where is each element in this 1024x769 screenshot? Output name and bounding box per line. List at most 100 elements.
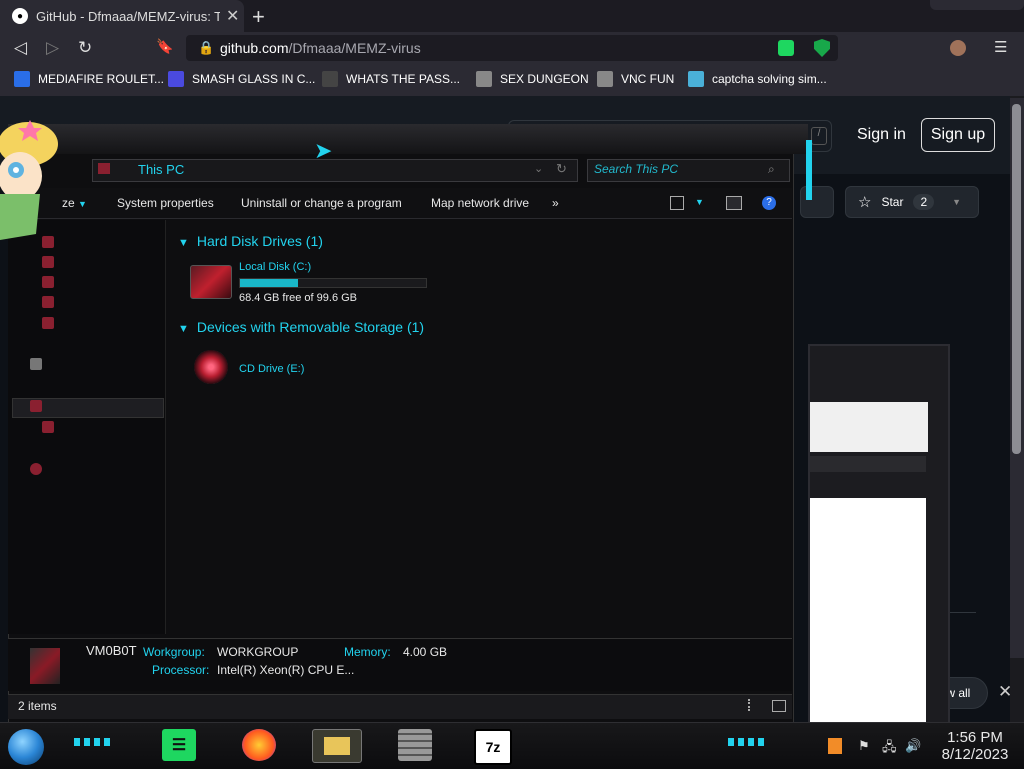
- url-host: github.com: [220, 40, 289, 56]
- avatar[interactable]: [950, 40, 966, 56]
- uninstall-program-button[interactable]: Uninstall or change a program: [241, 196, 402, 210]
- organize-dropdown-icon: ▼: [78, 199, 87, 209]
- large-icons-view-icon[interactable]: [772, 700, 786, 712]
- browser-tab[interactable]: ● GitHub - Dfmaaa/MEMZ-virus: This ✕: [0, 0, 244, 32]
- drive-name[interactable]: CD Drive (E:): [239, 363, 304, 375]
- computer-icon: [98, 163, 110, 174]
- system-clock[interactable]: 1:56 PM 8/12/2023: [935, 729, 1015, 763]
- tab-close-icon[interactable]: ✕: [226, 6, 239, 26]
- nav-item-network[interactable]: [14, 463, 180, 479]
- homegroup-icon: [30, 358, 42, 371]
- workgroup-label: Workgroup:: [143, 645, 205, 659]
- flag-icon[interactable]: ⚑: [858, 738, 870, 754]
- bookmark-icon[interactable]: 🔖: [156, 38, 173, 55]
- taskbar-decoration: [728, 738, 768, 746]
- network-icon[interactable]: 🖧: [882, 738, 897, 760]
- status-bar: [8, 694, 792, 719]
- bookmark-item-whats-the-pass[interactable]: WHATS THE PASS...: [322, 71, 460, 87]
- nav-item[interactable]: [14, 256, 192, 272]
- nav-item-this-pc[interactable]: [14, 400, 180, 416]
- 7zip-icon[interactable]: 7z: [474, 729, 512, 765]
- chevron-down-icon: ▼: [178, 323, 189, 335]
- lock-icon: 🔒: [198, 40, 215, 55]
- disk-usage-fill: [240, 279, 299, 287]
- star-label: Star: [881, 195, 904, 209]
- tray-app-icon[interactable]: [828, 738, 842, 754]
- details-view-icon[interactable]: [748, 699, 754, 711]
- firefox-icon[interactable]: [242, 729, 276, 761]
- sign-up-button[interactable]: Sign up: [921, 118, 995, 152]
- bookmark-item-sex-dungeon[interactable]: SEX DUNGEON: [476, 71, 589, 87]
- workgroup-value: WORKGROUP: [217, 645, 299, 659]
- sign-in-link[interactable]: Sign in: [857, 126, 906, 144]
- processor-value: Intel(R) Xeon(R) CPU E...: [217, 663, 355, 677]
- group-removable-storage[interactable]: ▼ Devices with Removable Storage (1): [178, 319, 424, 337]
- view-dropdown-icon[interactable]: ▼: [695, 197, 704, 207]
- background-window[interactable]: [808, 344, 950, 730]
- brick-app-icon[interactable]: [398, 729, 432, 761]
- password-icon: [322, 71, 338, 87]
- start-button[interactable]: [8, 729, 44, 765]
- github-icon: ●: [12, 8, 28, 24]
- explorer-title-bar[interactable]: [8, 124, 808, 154]
- cd-drive-icon[interactable]: [194, 350, 228, 384]
- notes-app-icon[interactable]: ☰: [162, 729, 196, 761]
- address-dropdown-icon[interactable]: ⌄: [534, 162, 543, 175]
- drive-name[interactable]: Local Disk (C:): [239, 261, 311, 273]
- help-icon[interactable]: ?: [762, 196, 776, 210]
- bookmark-item-captcha[interactable]: captcha solving sim...: [688, 71, 827, 87]
- star-dropdown-icon[interactable]: ▼: [952, 197, 961, 207]
- group-hard-disk-drives[interactable]: ▼ Hard Disk Drives (1): [178, 233, 323, 251]
- bookmark-item-smash-glass[interactable]: SMASH GLASS IN C...: [168, 71, 315, 87]
- hard-disk-icon[interactable]: [190, 265, 232, 299]
- memory-label: Memory:: [344, 645, 391, 659]
- new-tab-button[interactable]: +: [252, 4, 265, 30]
- more-commands-button[interactable]: »: [552, 196, 559, 210]
- star-button[interactable]: ☆ Star 2 ▼: [845, 186, 979, 218]
- chevron-down-icon: ▼: [178, 237, 189, 249]
- vnc-icon: [597, 71, 613, 87]
- captcha-icon: [688, 71, 704, 87]
- nav-item[interactable]: [14, 317, 192, 333]
- url-text[interactable]: github.com/Dfmaaa/MEMZ-virus: [220, 40, 421, 56]
- extension-green-icon[interactable]: [778, 40, 794, 56]
- bookmark-item-mediafire[interactable]: MEDIAFIRE ROULET...: [14, 71, 164, 87]
- search-input[interactable]: Search This PC: [594, 162, 678, 176]
- close-icon[interactable]: ✕: [998, 682, 1012, 702]
- processor-label: Processor:: [152, 663, 210, 677]
- nav-item-homegroup[interactable]: [14, 358, 180, 374]
- map-network-drive-button[interactable]: Map network drive: [431, 196, 529, 210]
- menu-icon[interactable]: ☰: [994, 38, 1007, 56]
- back-icon[interactable]: ◁: [14, 38, 27, 58]
- clock-date: 8/12/2023: [941, 746, 1009, 763]
- folder-icon: [42, 296, 54, 309]
- preview-pane-icon[interactable]: [726, 196, 742, 210]
- refresh-icon[interactable]: ↻: [556, 161, 567, 177]
- taskbar-decoration: [74, 738, 114, 746]
- folder-icon: [324, 737, 350, 755]
- organize-button[interactable]: ze ▼: [62, 196, 87, 210]
- bookmark-item-vnc-fun[interactable]: VNC FUN: [597, 71, 674, 87]
- nav-item[interactable]: [14, 276, 192, 292]
- forward-icon[interactable]: ▷: [46, 38, 59, 58]
- taskbar: [0, 722, 1024, 769]
- computer-name: VM0B0T: [86, 643, 137, 658]
- nav-item[interactable]: [14, 296, 192, 312]
- scrollbar-thumb[interactable]: [1012, 104, 1021, 454]
- system-properties-button[interactable]: System properties: [117, 196, 214, 210]
- reload-icon[interactable]: ↻: [78, 38, 92, 58]
- view-options-icon[interactable]: [670, 196, 684, 210]
- file-explorer-icon[interactable]: [312, 729, 362, 763]
- search-icon[interactable]: ⌕: [768, 162, 775, 177]
- smash-glass-icon: [168, 71, 184, 87]
- background-window-panel: [810, 402, 928, 452]
- cartoon-character-overlay: [0, 120, 58, 240]
- item-count: 2 items: [18, 699, 57, 713]
- window-edge-decoration: [930, 0, 1024, 10]
- address-text[interactable]: This PC: [138, 162, 184, 177]
- volume-icon[interactable]: 🔊: [905, 738, 921, 754]
- disk-icon: [42, 421, 54, 434]
- nav-item-local-disk[interactable]: [14, 421, 192, 437]
- drive-free-space: 68.4 GB free of 99.6 GB: [239, 292, 358, 304]
- folder-icon: [42, 256, 54, 269]
